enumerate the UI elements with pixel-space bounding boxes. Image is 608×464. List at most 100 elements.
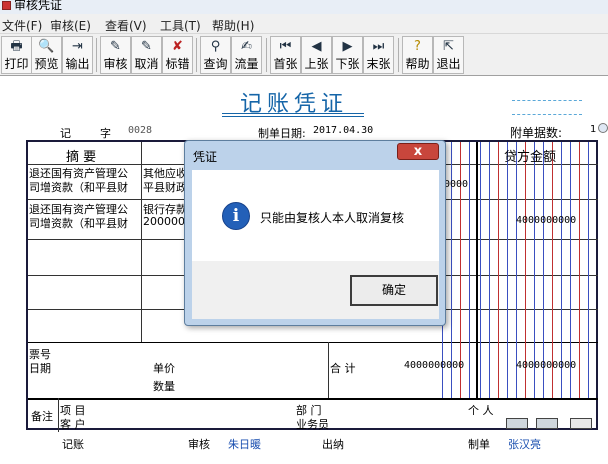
- row2-summary[interactable]: 司增资款（和平县财: [29, 215, 128, 231]
- dialog-footer: 确定: [192, 261, 439, 319]
- window-titlebar: 审核凭证: [0, 0, 608, 14]
- attachment-count[interactable]: 1: [590, 124, 596, 135]
- maker-label: 制单: [468, 438, 490, 451]
- dashed-line: [512, 114, 582, 115]
- cancel-button[interactable]: ✎ 取消: [131, 36, 162, 74]
- exit-icon: ⇱: [443, 39, 454, 54]
- auditor-label: 审核: [188, 438, 210, 451]
- export-button[interactable]: ⇥ 输出: [62, 36, 93, 74]
- cancel-audit-icon: ✎: [141, 39, 152, 54]
- row2-credit[interactable]: 4000000000: [516, 215, 576, 226]
- menu-bar: 文件(F) 审核(E) 查看(V) 工具(T) 帮助(H): [0, 14, 608, 34]
- mark-error-button[interactable]: ✘ 标错: [162, 36, 193, 74]
- dialog-message: 只能由复核人本人取消复核: [260, 211, 405, 225]
- toolbar-separator: [266, 38, 267, 72]
- maker-name: 张汉亮: [508, 438, 541, 451]
- next-icon: ▶: [342, 39, 353, 54]
- toolbar-separator: [96, 38, 97, 72]
- voucher-date[interactable]: 2017.04.30: [313, 125, 373, 136]
- amount-digit-line: [480, 142, 481, 398]
- toolbar: 🖶 打印 🔍 预览 ⇥ 输出 ✎ 审核 ✎ 取消 ✘ 标错 ⚲ 查询 ✍ 流量 …: [0, 34, 608, 76]
- audit-button[interactable]: ✎ 审核: [100, 36, 131, 74]
- customer-label: 客 户: [60, 418, 86, 431]
- quantity-label: 数量: [153, 380, 175, 393]
- amount-digit-line: [489, 142, 490, 398]
- cashflow-button[interactable]: ✍ 流量: [231, 36, 262, 74]
- first-page-icon: ⏮: [279, 39, 292, 54]
- menu-tools[interactable]: 工具(T): [160, 17, 201, 34]
- close-icon: x: [413, 144, 423, 159]
- tools-icon[interactable]: [570, 418, 592, 429]
- preview-button[interactable]: 🔍 预览: [31, 36, 62, 74]
- row1-summary[interactable]: 司增资款（和平县财: [29, 179, 128, 195]
- row-divider: [28, 342, 598, 343]
- voucher-dialog: 凭证 x i 只能由复核人本人取消复核 确定: [184, 140, 446, 326]
- date-label: 制单日期:: [258, 127, 306, 140]
- toolbar-separator: [398, 38, 399, 72]
- card-icon[interactable]: [536, 418, 558, 429]
- app-icon: [2, 1, 11, 10]
- bookkeeper-label: 记账: [62, 438, 84, 451]
- ok-button[interactable]: 确定: [350, 275, 438, 306]
- amount-digit-line: [579, 142, 580, 398]
- attachment-label: 附单据数:: [510, 126, 563, 140]
- col-divider: [476, 142, 478, 398]
- audit-icon: ✎: [110, 39, 121, 54]
- col-divider: [141, 142, 142, 342]
- amount-digit-line: [507, 142, 508, 398]
- dialog-title: 凭证: [193, 150, 218, 164]
- voucher-type: 记: [60, 127, 71, 140]
- voucher-number[interactable]: 0028: [128, 125, 152, 136]
- window-title: 审核凭证: [14, 0, 63, 12]
- last-page-icon: ⏭: [372, 39, 385, 54]
- first-button[interactable]: ⏮ 首张: [270, 36, 301, 74]
- next-button[interactable]: ▶ 下张: [332, 36, 363, 74]
- cashier-label: 出纳: [322, 438, 344, 451]
- menu-view[interactable]: 查看(V): [105, 17, 147, 34]
- row-divider: [28, 398, 598, 400]
- card-icon[interactable]: [506, 418, 528, 429]
- header-credit: 贷方金额: [504, 150, 557, 165]
- help-icon: ?: [414, 39, 421, 54]
- mark-error-icon: ✘: [172, 39, 183, 54]
- export-icon: ⇥: [72, 39, 83, 54]
- dashed-line: [512, 100, 582, 101]
- date-field-label: 日期: [29, 362, 51, 375]
- scroll-indicator-icon: [598, 123, 608, 133]
- title-underline: [222, 116, 364, 117]
- row1-subject[interactable]: 平县财政: [143, 179, 187, 195]
- binoculars-icon: ⚲: [210, 39, 221, 54]
- info-icon: i: [222, 202, 250, 230]
- previous-icon: ◀: [311, 39, 322, 54]
- header-summary: 摘 要: [66, 150, 97, 165]
- auditor-name: 朱日暖: [228, 438, 261, 451]
- close-button[interactable]: x: [397, 143, 439, 160]
- preview-icon: 🔍: [38, 39, 55, 54]
- toolbar-separator: [196, 38, 197, 72]
- total-credit: 4000000000: [516, 360, 577, 371]
- previous-button[interactable]: ◀ 上张: [301, 36, 332, 74]
- unit-price-label: 单价: [153, 362, 175, 375]
- total-label: 合 计: [330, 362, 356, 375]
- cashflow-icon: ✍: [241, 39, 252, 54]
- menu-help[interactable]: 帮助(H): [212, 17, 254, 34]
- amount-digit-line: [498, 142, 499, 398]
- amount-digit-line: [588, 142, 589, 398]
- menu-file[interactable]: 文件(F): [2, 17, 42, 34]
- salesman-label: 业务员: [296, 418, 329, 431]
- printer-icon: 🖶: [10, 39, 23, 54]
- help-button[interactable]: ? 帮助: [402, 36, 433, 74]
- exit-button[interactable]: ⇱ 退出: [433, 36, 464, 74]
- menu-audit[interactable]: 审核(E): [50, 17, 91, 34]
- row1-debit[interactable]: 0000: [444, 179, 468, 190]
- print-button[interactable]: 🖶 打印: [1, 36, 32, 74]
- col-divider: [328, 342, 329, 398]
- col-divider: [58, 398, 59, 432]
- last-button[interactable]: ⏭ 末张: [363, 36, 394, 74]
- remarks-label: 备注: [31, 410, 53, 423]
- person-label: 个 人: [468, 404, 494, 417]
- amount-digit-line: [469, 142, 470, 398]
- voucher-zi: 字: [100, 127, 111, 140]
- title-underline: [222, 113, 364, 114]
- query-button[interactable]: ⚲ 查询: [200, 36, 231, 74]
